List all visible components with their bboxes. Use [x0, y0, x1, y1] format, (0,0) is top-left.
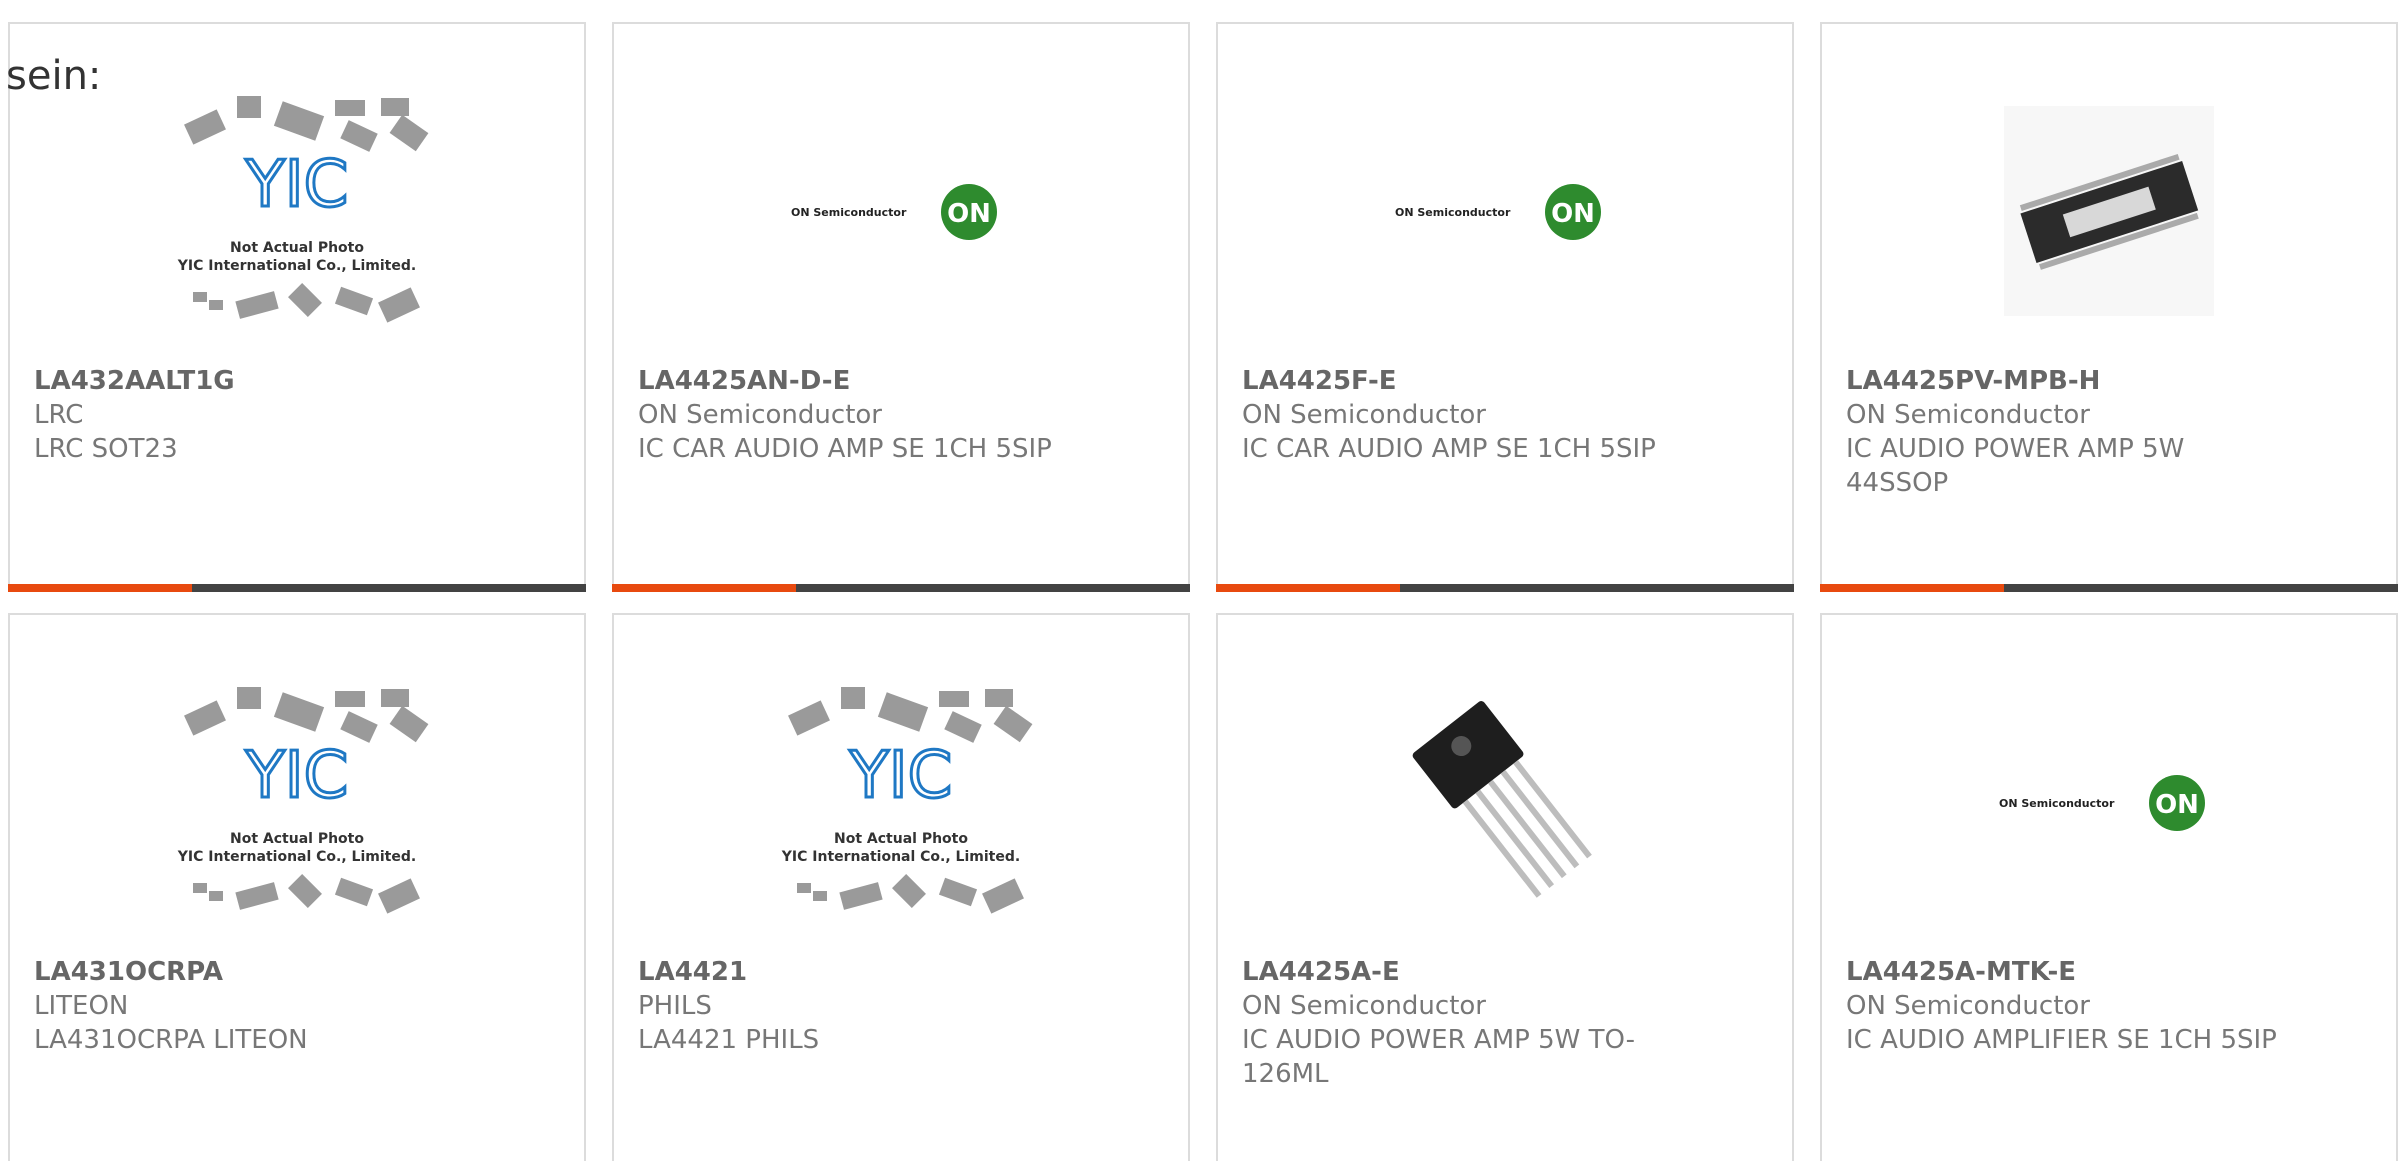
part-number[interactable]: LA4425AN-D-E [638, 366, 850, 396]
product-grid-page: YIC Not Actual Photo YIC International C… [0, 0, 2400, 1161]
on-semi-wordmark: ON Semiconductor [791, 206, 907, 219]
svg-text:YIC International Co., Limited: YIC International Co., Limited. [177, 258, 416, 274]
svg-text:Not Actual Photo: Not Actual Photo [230, 831, 364, 847]
on-semi-logo-image: ON Semiconductor ON [1218, 86, 1792, 336]
on-badge: ON [2155, 790, 2199, 820]
yic-placeholder-image: YIC Not Actual Photo YIC International C… [10, 86, 584, 336]
svg-text:YIC International Co., Limited: YIC International Co., Limited. [177, 849, 416, 865]
on-badge: ON [947, 199, 991, 229]
product-grid: YIC Not Actual Photo YIC International C… [8, 22, 2398, 1161]
manufacturer: ON Semiconductor [1846, 400, 2090, 430]
product-card[interactable]: ON Semiconductor ON LA4425F-E ON Semicon… [1216, 22, 1794, 592]
product-card[interactable]: ON Semiconductor ON LA4425AN-D-E ON Semi… [612, 22, 1190, 592]
part-number[interactable]: LA4425A-MTK-E [1846, 957, 2076, 987]
product-card[interactable]: LA4425A-E ON Semiconductor IC AUDIO POWE… [1216, 613, 1794, 1161]
on-semi-wordmark: ON Semiconductor [1395, 206, 1511, 219]
product-description: LA4421 PHILS [638, 1025, 820, 1055]
on-semi-wordmark: ON Semiconductor [1999, 797, 2115, 810]
product-description: LRC SOT23 [34, 434, 178, 464]
yic-logo-text: YIC [245, 739, 349, 813]
manufacturer: ON Semiconductor [638, 400, 882, 430]
card-accent-bar [1216, 584, 1794, 592]
svg-text:Not Actual Photo: Not Actual Photo [834, 831, 968, 847]
svg-text:Not Actual Photo: Not Actual Photo [230, 240, 364, 256]
svg-text:YIC International Co., Limited: YIC International Co., Limited. [781, 849, 1020, 865]
yic-placeholder-image: YIC Not Actual Photo YIC International C… [10, 677, 584, 927]
on-semi-logo-image: ON Semiconductor ON [1822, 677, 2396, 927]
product-card[interactable]: LA4425PV-MPB-H ON Semiconductor IC AUDIO… [1820, 22, 2398, 592]
product-description: IC CAR AUDIO AMP SE 1CH 5SIP [1242, 434, 1656, 464]
part-number[interactable]: LA432AALT1G [34, 366, 235, 396]
to126-transistor-photo [1218, 677, 1792, 927]
lead-text: sein: [6, 53, 102, 99]
product-description: IC AUDIO AMPLIFIER SE 1CH 5SIP [1846, 1025, 2277, 1055]
manufacturer: PHILS [638, 991, 712, 1021]
yic-logo-text: YIC [849, 739, 953, 813]
product-description: IC AUDIO POWER AMP 5W TO-126ML [1242, 1025, 1636, 1089]
part-number[interactable]: LA4425A-E [1242, 957, 1400, 987]
part-number[interactable]: LA4425PV-MPB-H [1846, 366, 2100, 396]
on-badge: ON [1551, 199, 1595, 229]
yic-logo-text: YIC [245, 148, 349, 222]
product-description: LA431OCRPA LITEON [34, 1025, 308, 1055]
manufacturer: ON Semiconductor [1242, 400, 1486, 430]
manufacturer: LRC [34, 400, 84, 430]
part-number[interactable]: LA4421 [638, 957, 747, 987]
product-description: IC CAR AUDIO AMP SE 1CH 5SIP [638, 434, 1052, 464]
yic-placeholder-image: YIC Not Actual Photo YIC International C… [614, 677, 1188, 927]
card-accent-bar [8, 584, 586, 592]
card-accent-bar [612, 584, 1190, 592]
manufacturer: ON Semiconductor [1242, 991, 1486, 1021]
product-card[interactable]: YIC Not Actual Photo YIC International C… [8, 613, 586, 1161]
part-number[interactable]: LA431OCRPA [34, 957, 223, 987]
manufacturer: LITEON [34, 991, 129, 1021]
card-accent-bar [1820, 584, 2398, 592]
ssop-chip-photo [1822, 86, 2396, 336]
manufacturer: ON Semiconductor [1846, 991, 2090, 1021]
product-description: IC AUDIO POWER AMP 5W 44SSOP [1846, 434, 2185, 498]
product-card[interactable]: ON Semiconductor ON LA4425A-MTK-E ON Sem… [1820, 613, 2398, 1161]
product-card[interactable]: YIC Not Actual Photo YIC International C… [612, 613, 1190, 1161]
part-number[interactable]: LA4425F-E [1242, 366, 1397, 396]
on-semi-logo-image: ON Semiconductor ON [614, 86, 1188, 336]
product-card[interactable]: YIC Not Actual Photo YIC International C… [8, 22, 586, 592]
